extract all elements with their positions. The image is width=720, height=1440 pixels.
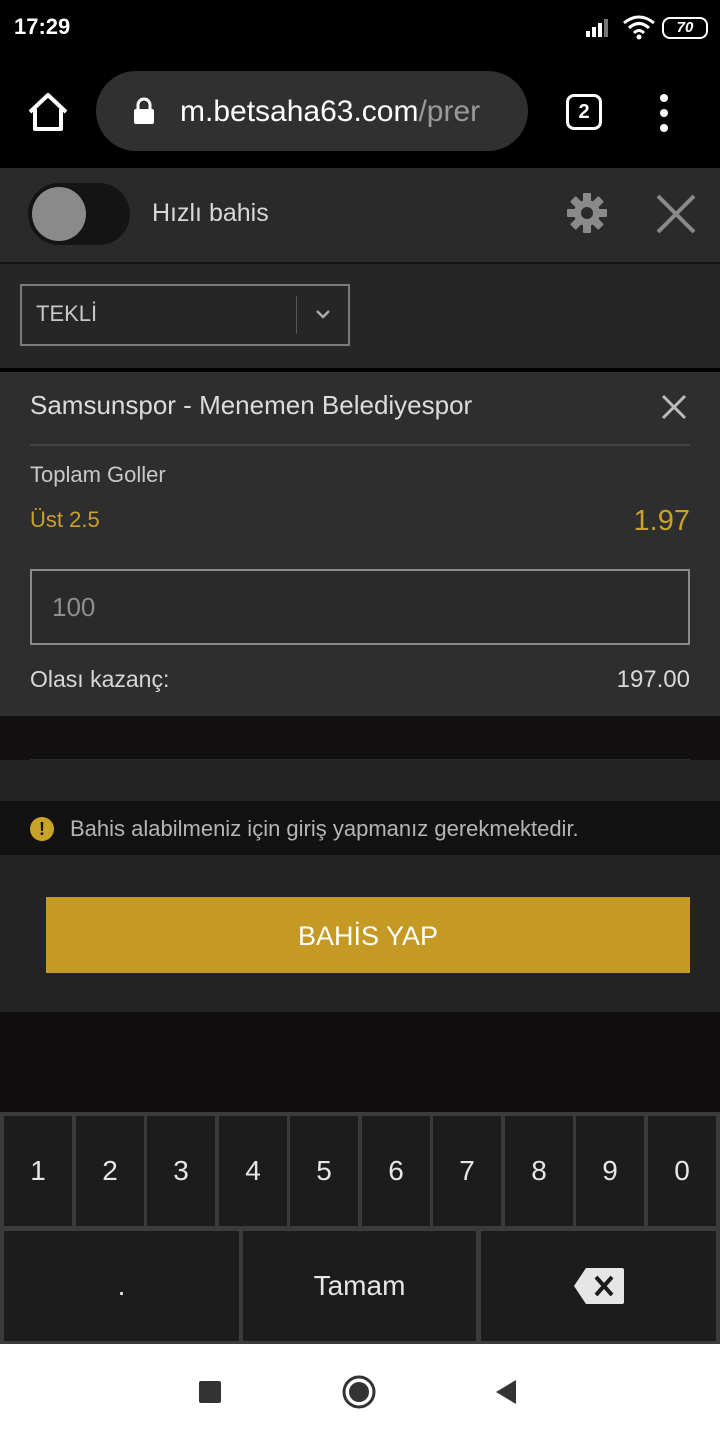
gear-icon[interactable] xyxy=(566,192,608,234)
match-title: Samsunspor - Menemen Belediyespor xyxy=(30,390,473,420)
chevron-down-icon[interactable] xyxy=(312,303,334,325)
quick-bet-label: Hızlı bahis xyxy=(152,199,269,227)
warning-icon: ! xyxy=(30,817,54,841)
odds-value: 1.97 xyxy=(633,505,690,537)
betslip-footer xyxy=(0,760,720,1012)
selection-label: Üst 2.5 xyxy=(30,507,100,532)
lock-icon xyxy=(134,97,154,124)
backspace-icon xyxy=(574,1268,624,1304)
key-4[interactable]: 4 xyxy=(219,1116,287,1226)
potential-win-value: 197.00 xyxy=(616,666,690,693)
tab-switcher-button[interactable]: 2 xyxy=(566,94,602,130)
signal-icon xyxy=(586,19,608,37)
url-domain: m.betsaha63.com xyxy=(180,95,419,128)
more-menu-icon[interactable] xyxy=(650,94,678,132)
key-8[interactable]: 8 xyxy=(505,1116,573,1226)
battery-level: 70 xyxy=(676,19,694,36)
key-5[interactable]: 5 xyxy=(290,1116,358,1226)
back-icon[interactable] xyxy=(494,1378,518,1406)
page-background xyxy=(0,1012,720,1112)
key-1[interactable]: 1 xyxy=(4,1116,72,1226)
url-path: /prer xyxy=(418,95,481,128)
stake-input[interactable] xyxy=(30,569,690,645)
divider xyxy=(30,759,690,760)
potential-win-label: Olası kazanç: xyxy=(30,666,170,692)
key-3[interactable]: 3 xyxy=(147,1116,215,1226)
key-2[interactable]: 2 xyxy=(76,1116,144,1226)
bet-type-value: TEKLİ xyxy=(36,301,98,326)
place-bet-button[interactable]: BAHİS YAP xyxy=(46,897,690,973)
bet-card xyxy=(0,372,720,716)
recents-icon[interactable] xyxy=(199,1381,221,1403)
remove-bet-icon[interactable] xyxy=(659,392,689,422)
toggle-knob[interactable] xyxy=(32,187,86,241)
key-9[interactable]: 9 xyxy=(576,1116,644,1226)
wifi-icon xyxy=(623,15,655,40)
battery-icon: 70 xyxy=(662,17,708,39)
warning-text: Bahis alabilmeniz için giriş yapmanız ge… xyxy=(70,816,579,841)
select-divider xyxy=(296,296,297,334)
key-dot[interactable]: . xyxy=(4,1231,239,1341)
key-6[interactable]: 6 xyxy=(362,1116,430,1226)
key-0[interactable]: 0 xyxy=(648,1116,716,1226)
status-time: 17:29 xyxy=(14,14,71,39)
home-circle-icon[interactable] xyxy=(342,1375,376,1409)
divider xyxy=(30,444,690,446)
home-icon[interactable] xyxy=(26,90,70,134)
close-icon[interactable] xyxy=(654,192,698,236)
separator-band xyxy=(0,716,720,760)
market-label: Toplam Goller xyxy=(30,462,166,487)
key-7[interactable]: 7 xyxy=(433,1116,501,1226)
key-done[interactable]: Tamam xyxy=(243,1231,476,1341)
url-text[interactable]: m.betsaha63.com/prer xyxy=(180,92,510,132)
